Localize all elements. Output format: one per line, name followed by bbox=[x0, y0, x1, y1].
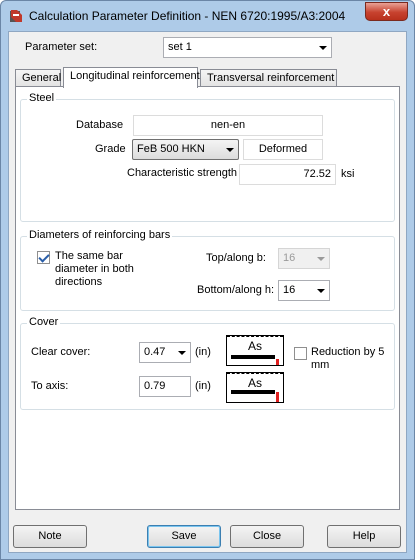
tab-general-label: General bbox=[22, 72, 62, 84]
to-axis-label: To axis: bbox=[31, 380, 69, 392]
diameters-group: Diameters of reinforcing bars The same b… bbox=[20, 229, 395, 311]
rebar-line bbox=[231, 355, 275, 359]
same-diameter-label-line3: directions bbox=[55, 276, 103, 288]
note-button[interactable]: Note bbox=[13, 525, 87, 548]
top-diameter-select[interactable]: 16 bbox=[278, 248, 330, 269]
clear-cover-select[interactable]: 0.47 bbox=[139, 342, 191, 363]
characteristic-strength-field: 72.52 bbox=[239, 164, 336, 185]
bottom-diameter-value: 16 bbox=[283, 284, 296, 296]
clear-cover-unit: (in) bbox=[195, 346, 211, 358]
cover-marker-icon bbox=[276, 359, 279, 365]
reduction-label-line2: mm bbox=[311, 359, 330, 371]
steel-group: Steel Database nen-en Grade FeB 500 HKN … bbox=[20, 92, 395, 222]
dialog-body: Parameter set: set 1 General Longitudina… bbox=[8, 31, 407, 553]
database-field: nen-en bbox=[133, 115, 323, 136]
clear-cover-label: Clear cover: bbox=[31, 346, 91, 358]
same-diameter-label-line1: The same bar bbox=[55, 250, 123, 262]
tab-longitudinal-reinforcement[interactable]: Longitudinal reinforcement bbox=[63, 67, 200, 88]
as-symbol: As bbox=[247, 376, 262, 390]
chevron-down-icon bbox=[319, 46, 327, 50]
grade-label: Grade bbox=[95, 143, 126, 155]
chevron-down-icon bbox=[317, 257, 325, 261]
steel-group-title: Steel bbox=[27, 92, 57, 104]
strength-unit: ksi bbox=[341, 168, 355, 180]
tab-longitudinal-label: Longitudinal reinforcement bbox=[70, 70, 200, 82]
to-axis-unit: (in) bbox=[195, 380, 211, 392]
bottom-diameter-label: Bottom/along h: bbox=[197, 284, 275, 296]
top-diameter-value: 16 bbox=[283, 252, 296, 264]
same-diameter-label-line2: diameter in both bbox=[55, 263, 134, 275]
cover-group: Cover Clear cover: 0.47 (in) As Reductio… bbox=[20, 316, 395, 410]
parameter-set-label: Parameter set: bbox=[25, 41, 98, 53]
grade-select[interactable]: FeB 500 HKN bbox=[132, 139, 239, 160]
tab-panel: Steel Database nen-en Grade FeB 500 HKN … bbox=[15, 86, 400, 510]
app-icon bbox=[10, 10, 22, 22]
clear-cover-diagram: As bbox=[226, 335, 284, 366]
title-bar[interactable]: Calculation Parameter Definition - NEN 6… bbox=[1, 1, 414, 31]
tab-general[interactable]: General bbox=[15, 69, 61, 87]
rebar-line bbox=[231, 390, 275, 394]
characteristic-strength-label: Characteristic strength bbox=[127, 167, 238, 179]
cover-group-title: Cover bbox=[27, 316, 61, 328]
tab-transversal-label: Transversal reinforcement bbox=[207, 72, 335, 84]
grade-type-field: Deformed bbox=[243, 139, 323, 160]
diameters-group-title: Diameters of reinforcing bars bbox=[27, 229, 173, 241]
same-diameter-checkbox[interactable] bbox=[37, 251, 50, 264]
close-button[interactable]: Close bbox=[230, 525, 304, 548]
tab-transversal-reinforcement[interactable]: Transversal reinforcement bbox=[200, 69, 337, 87]
save-button[interactable]: Save bbox=[147, 525, 221, 548]
chevron-down-icon bbox=[178, 351, 186, 355]
dialog-window: Calculation Parameter Definition - NEN 6… bbox=[0, 0, 415, 560]
as-symbol: As bbox=[247, 339, 262, 353]
help-button[interactable]: Help bbox=[327, 525, 401, 548]
axis-marker-icon bbox=[276, 392, 279, 402]
top-diameter-label: Top/along b: bbox=[206, 252, 266, 264]
close-window-button[interactable]: x bbox=[365, 2, 408, 21]
to-axis-field[interactable]: 0.79 bbox=[139, 376, 191, 397]
reduction-checkbox[interactable] bbox=[294, 347, 307, 360]
clear-cover-value: 0.47 bbox=[144, 346, 166, 358]
bottom-diameter-select[interactable]: 16 bbox=[278, 280, 330, 301]
parameter-set-value: set 1 bbox=[168, 41, 192, 53]
close-icon: x bbox=[382, 4, 391, 19]
cover-dashed-line bbox=[227, 336, 283, 337]
database-label: Database bbox=[76, 119, 124, 131]
parameter-set-select[interactable]: set 1 bbox=[163, 37, 332, 58]
window-title: Calculation Parameter Definition - NEN 6… bbox=[29, 9, 346, 23]
reduction-label-line1: Reduction by 5 bbox=[311, 346, 385, 358]
cover-dashed-line bbox=[227, 373, 283, 374]
chevron-down-icon bbox=[317, 289, 325, 293]
to-axis-diagram: As bbox=[226, 372, 284, 403]
grade-value: FeB 500 HKN bbox=[137, 143, 205, 155]
chevron-down-icon bbox=[226, 148, 234, 152]
